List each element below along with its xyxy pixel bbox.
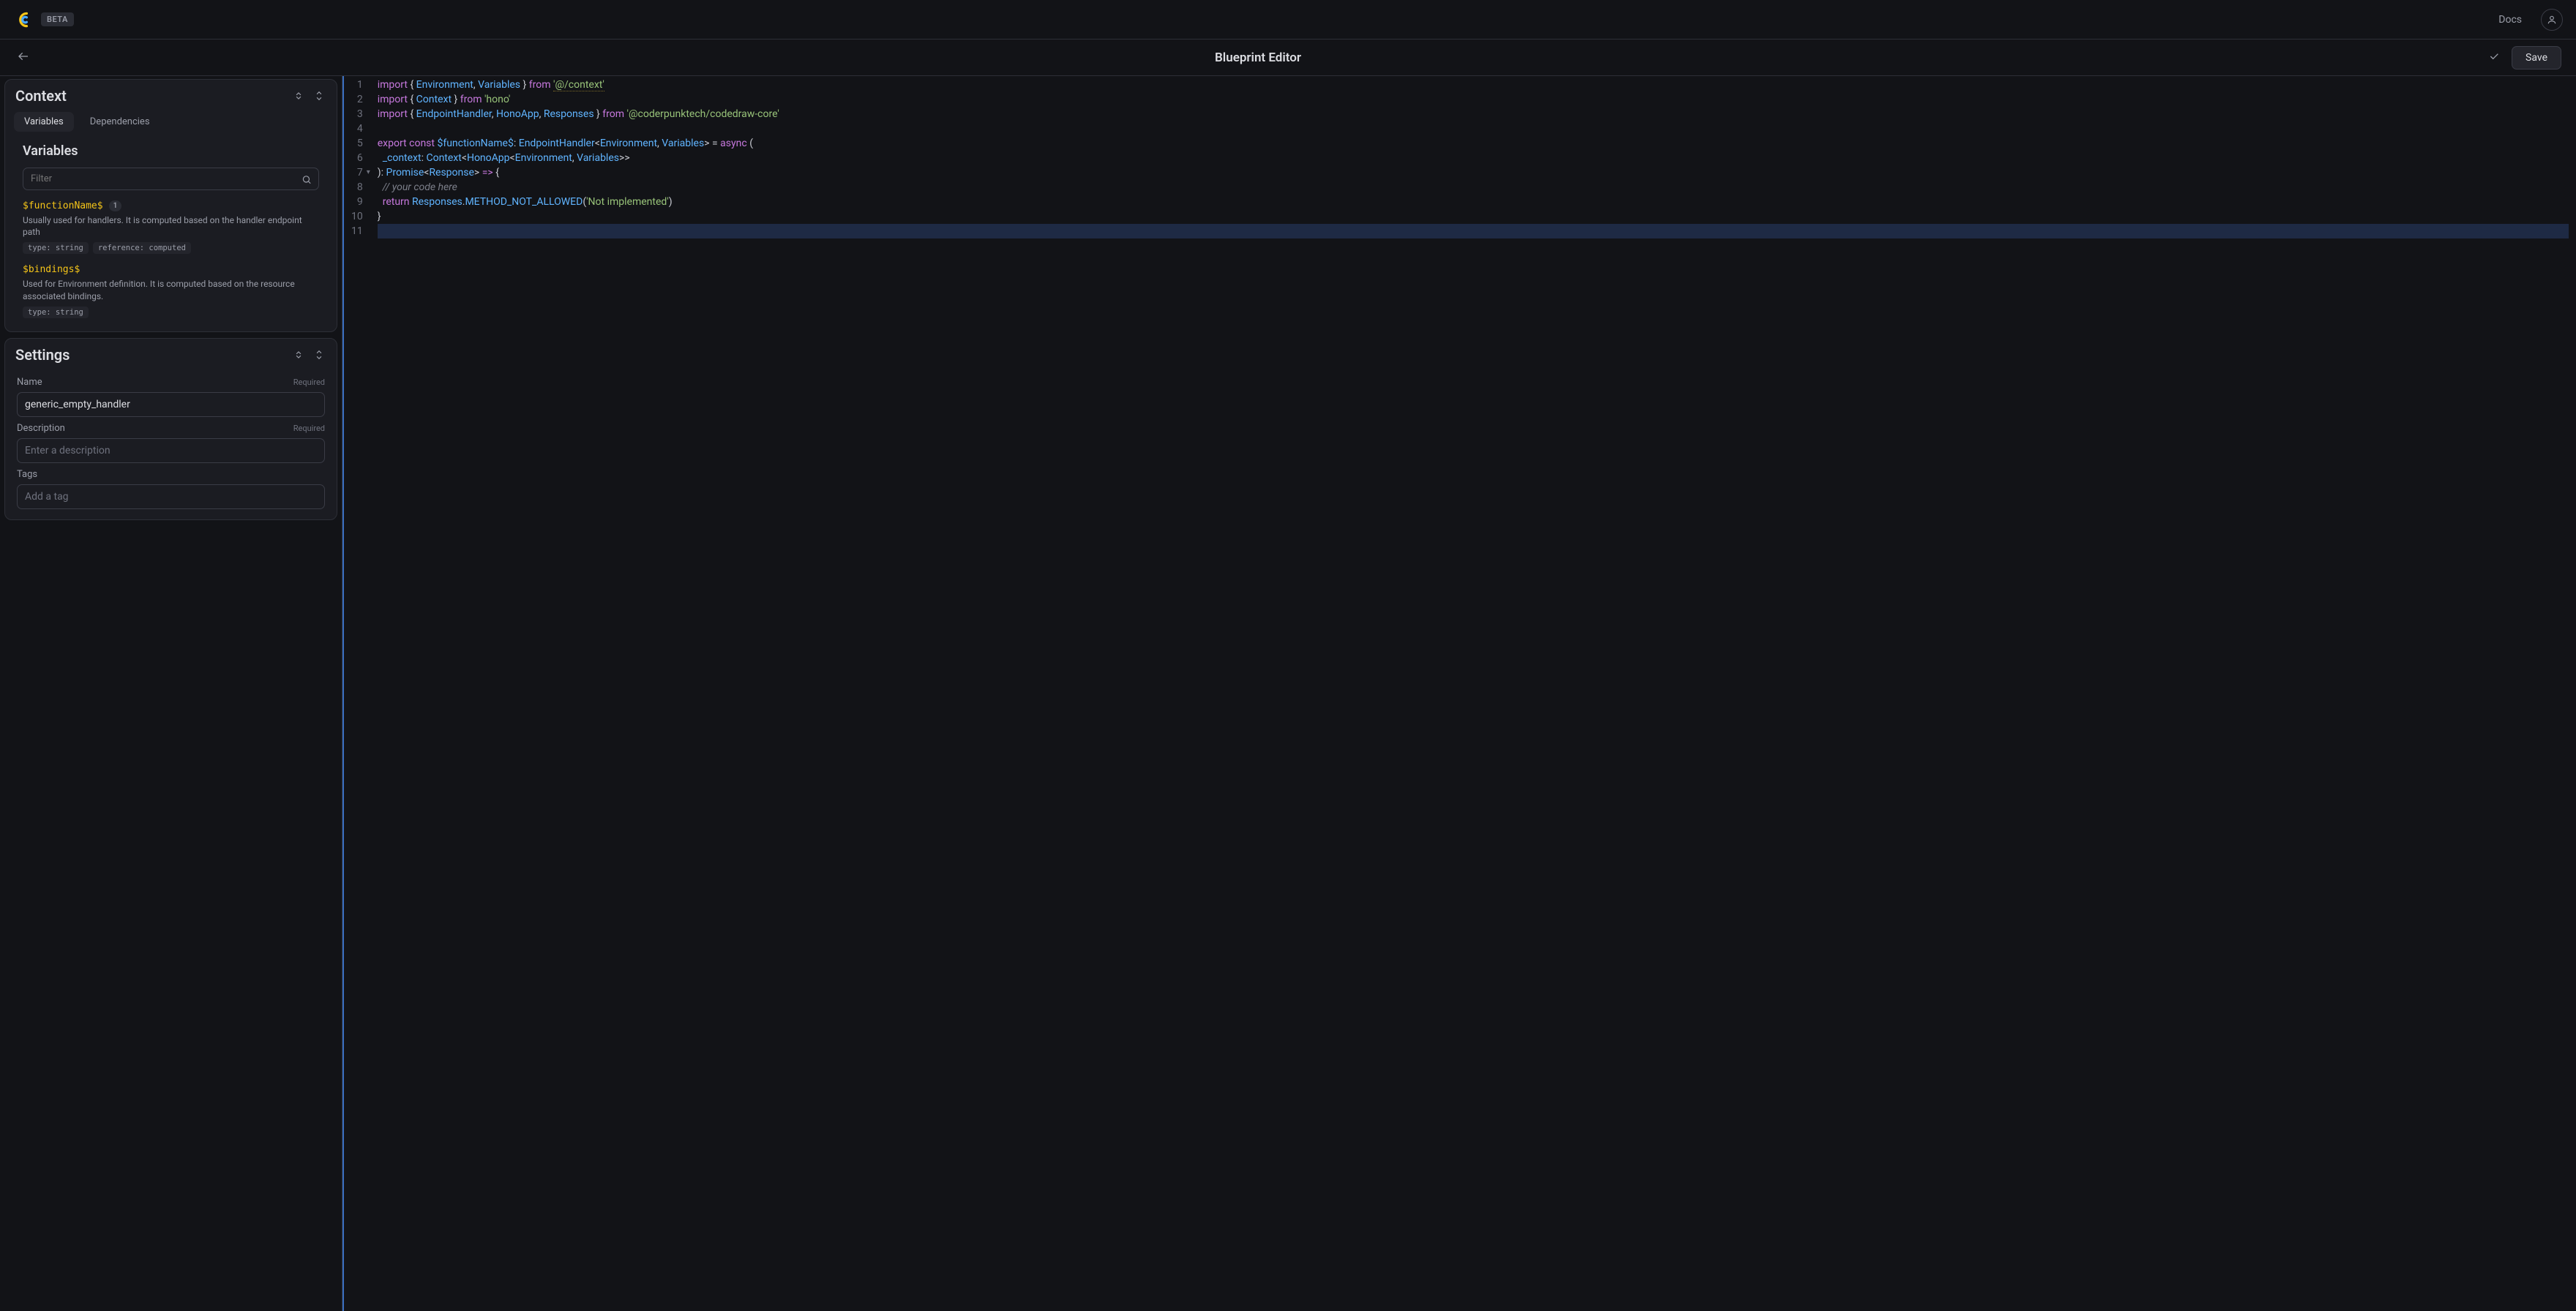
settings-collapse-button[interactable] — [291, 348, 306, 362]
context-panel: Context Variables Dependencies Variables — [4, 79, 337, 332]
variable-description: Used for Environment definition. It is c… — [23, 278, 319, 301]
description-field-row: Description Required — [5, 417, 337, 463]
code-line[interactable]: _context: Context<HonoApp<Environment, V… — [378, 151, 2569, 165]
collapse-icon — [293, 91, 304, 101]
save-button[interactable]: Save — [2512, 46, 2561, 70]
docs-link[interactable]: Docs — [2498, 14, 2522, 26]
code-line[interactable]: ): Promise<Response> => { — [378, 165, 2569, 180]
editor-header: Blueprint Editor Save — [0, 40, 2576, 76]
name-input[interactable] — [17, 392, 325, 417]
sort-icon — [314, 350, 324, 360]
code-content[interactable]: import { Environment, Variables } from '… — [367, 76, 2576, 1311]
context-collapse-button[interactable] — [291, 89, 306, 103]
variable-chip: type: string — [23, 307, 89, 318]
context-panel-header: Context — [5, 80, 337, 112]
collapse-icon — [293, 350, 304, 360]
sort-icon — [314, 91, 324, 101]
tags-input[interactable] — [17, 484, 325, 509]
code-gutter: 1234567891011 — [344, 76, 367, 1311]
arrow-left-icon — [18, 50, 29, 62]
variable-description: Usually used for handlers. It is compute… — [23, 214, 319, 238]
page-title: Blueprint Editor — [32, 50, 2484, 65]
beta-badge: BETA — [41, 12, 74, 26]
tags-field-label: Tags — [17, 469, 325, 480]
tags-field-row: Tags — [5, 463, 337, 509]
main-layout: Context Variables Dependencies Variables — [0, 76, 2576, 1311]
settings-sort-button[interactable] — [312, 348, 326, 362]
code-line[interactable]: // your code here — [378, 180, 2569, 195]
name-field-label: Name — [17, 377, 293, 388]
left-column: Context Variables Dependencies Variables — [0, 76, 342, 1311]
context-tabs: Variables Dependencies — [5, 112, 337, 139]
variables-section-title: Variables — [5, 139, 337, 160]
code-line[interactable]: import { EndpointHandler, HonoApp, Respo… — [378, 107, 2569, 121]
code-line[interactable]: return Responses.METHOD_NOT_ALLOWED('Not… — [378, 195, 2569, 209]
code-line[interactable] — [378, 224, 2569, 238]
code-line[interactable]: import { Context } from 'hono' — [378, 92, 2569, 107]
variables-filter-wrap — [5, 160, 337, 200]
name-required-label: Required — [293, 377, 325, 387]
back-button[interactable] — [15, 48, 32, 68]
variable-chip: type: string — [23, 242, 89, 254]
logo[interactable] — [13, 10, 32, 29]
logo-icon — [13, 10, 32, 29]
saved-status-icon — [2484, 46, 2504, 70]
check-icon — [2488, 50, 2500, 62]
context-panel-title: Context — [15, 87, 291, 105]
settings-panel-title: Settings — [15, 346, 291, 364]
variable-name: $functionName$ — [23, 200, 103, 211]
code-area: 1234567891011 import { Environment, Vari… — [342, 76, 2576, 1311]
code-line[interactable]: import { Environment, Variables } from '… — [378, 78, 2569, 92]
variables-list: $functionName$ 1 Usually used for handlers… — [5, 200, 337, 331]
code-line[interactable]: } — [378, 209, 2569, 224]
user-menu-button[interactable] — [2541, 9, 2563, 31]
code-line[interactable] — [378, 121, 2569, 136]
description-field-label: Description — [17, 423, 293, 434]
code-editor[interactable]: 1234567891011 import { Environment, Vari… — [342, 76, 2576, 1311]
variable-name: $bindings$ — [23, 264, 80, 275]
context-sort-button[interactable] — [312, 89, 326, 103]
tab-dependencies[interactable]: Dependencies — [80, 112, 160, 132]
variables-filter-input[interactable] — [23, 168, 319, 190]
variable-badge: 1 — [109, 200, 122, 211]
variable-item[interactable]: $functionName$ 1 Usually used for handlers… — [23, 200, 319, 254]
settings-panel-header: Settings — [5, 339, 337, 371]
variable-item[interactable]: $bindings$ Used for Environment definitio… — [23, 264, 319, 318]
search-icon — [302, 173, 312, 187]
settings-panel: Settings Name Required — [4, 338, 337, 520]
name-field-row: Name Required — [5, 371, 337, 417]
tab-variables[interactable]: Variables — [14, 112, 74, 132]
topbar: BETA Docs — [0, 0, 2576, 40]
user-icon — [2547, 15, 2557, 25]
variable-chip: reference: computed — [93, 242, 191, 254]
description-input[interactable] — [17, 438, 325, 463]
description-required-label: Required — [293, 424, 325, 433]
code-line[interactable]: export const $functionName$: EndpointHan… — [378, 136, 2569, 151]
